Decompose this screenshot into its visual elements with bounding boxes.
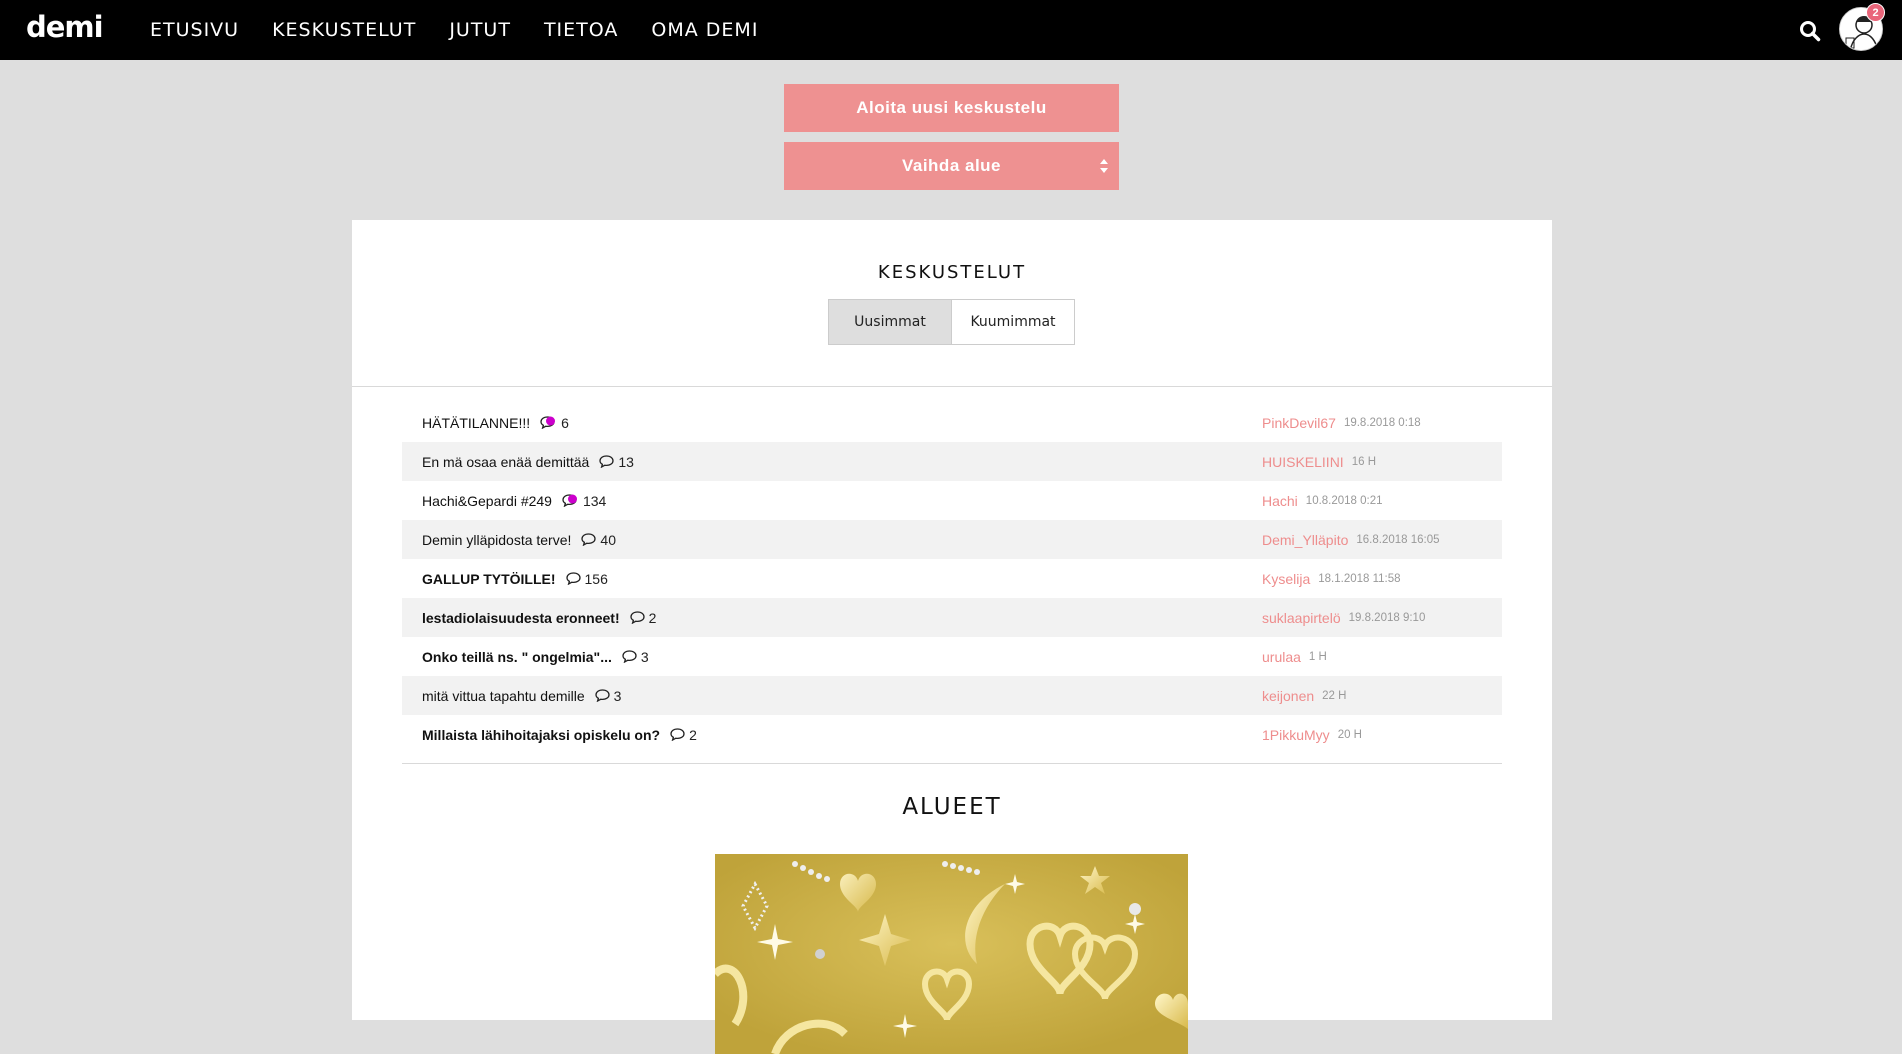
thread-author-link[interactable]: PinkDevil67 — [1262, 415, 1336, 431]
comment-count-value: 2 — [648, 609, 657, 626]
area-banner-image[interactable] — [715, 854, 1188, 1054]
discussion-tabs: Uusimmat Kuumimmat — [828, 299, 1075, 345]
thread-timestamp: 20 H — [1337, 728, 1362, 741]
thread-title[interactable]: Demin ylläpidosta terve! — [422, 532, 571, 548]
comment-count: 134 — [562, 493, 606, 509]
comment-count: 6 — [540, 415, 569, 431]
hot-comment-bubble-icon — [540, 416, 561, 429]
comment-count-value: 3 — [640, 648, 649, 665]
nav-keskustelut[interactable]: KESKUSTELUT — [272, 19, 416, 41]
comment-count-value: 134 — [582, 492, 607, 509]
nav-etusivu[interactable]: ETUSIVU — [150, 19, 239, 41]
change-area-select[interactable]: Vaihda alue — [784, 142, 1119, 190]
notification-badge: 2 — [1866, 3, 1885, 22]
nav-oma-demi[interactable]: OMA DEMI — [651, 19, 758, 41]
thread-author-link[interactable]: suklaapirtelö — [1262, 610, 1341, 626]
thread-row[interactable]: Millaista lähihoitajaksi opiskelu on? 2 1P… — [402, 715, 1502, 754]
thread-row[interactable]: lestadiolaisuudesta eronneet! 2 suklaapirt… — [402, 598, 1502, 637]
thread-row[interactable]: GALLUP TYTÖILLE! 156 Kyselija 18.1.2018 11:… — [402, 559, 1502, 598]
comment-count-value: 156 — [584, 570, 608, 587]
comment-count: 2 — [629, 609, 657, 626]
tab-kuumimmat[interactable]: Kuumimmat — [951, 300, 1074, 344]
comment-bubble-icon — [581, 533, 600, 546]
thread-timestamp: 10.8.2018 0:21 — [1305, 494, 1383, 507]
comment-count-value: 2 — [689, 726, 697, 743]
comment-count-value: 6 — [561, 414, 569, 431]
thread-timestamp: 19.8.2018 0:18 — [1343, 416, 1421, 429]
thread-row[interactable]: Onko teillä ns. " ongelmia"... 3 urulaa 1 H — [402, 637, 1502, 676]
main-nav: ETUSIVU KESKUSTELUT JUTUT TIETOA OMA DEM… — [150, 0, 791, 60]
comment-count: 3 — [622, 649, 649, 665]
thread-title[interactable]: Hachi&Gepardi #249 — [422, 493, 552, 509]
hot-comment-bubble-icon — [562, 494, 583, 507]
thread-row[interactable]: mitä vittua tapahtu demille 3 keijonen 22 H — [402, 676, 1502, 715]
sort-arrows-icon — [1100, 159, 1108, 173]
comment-bubble-icon — [670, 728, 689, 741]
divider — [352, 386, 1552, 387]
thread-author-link[interactable]: urulaa — [1262, 649, 1301, 665]
comment-count-value: 3 — [613, 687, 622, 704]
comment-count: 13 — [599, 454, 634, 470]
thread-meta: Demi_Ylläpito 16.8.2018 16:05 — [1262, 520, 1440, 559]
comment-count: 156 — [565, 570, 608, 587]
thread-author-link[interactable]: keijonen — [1262, 688, 1314, 704]
user-avatar-button[interactable]: 2 — [1839, 3, 1885, 51]
thread-meta: Kyselija 18.1.2018 11:58 — [1262, 559, 1401, 598]
thread-meta: HUISKELIINI 16 H — [1262, 442, 1376, 481]
comment-count: 40 — [581, 532, 616, 548]
nav-jutut[interactable]: JUTUT — [449, 19, 511, 41]
thread-row[interactable]: HÄTÄTILANNE!!! 6 PinkDevil67 19.8.2018 0:18 — [402, 403, 1502, 442]
thread-title[interactable]: En mä osaa enää demittää — [422, 454, 589, 470]
divider — [402, 763, 1502, 764]
tab-uusimmat[interactable]: Uusimmat — [829, 300, 951, 344]
comment-count-value: 40 — [600, 531, 616, 548]
thread-title[interactable]: lestadiolaisuudesta eronneet! — [422, 610, 620, 626]
thread-author-link[interactable]: HUISKELIINI — [1262, 454, 1344, 470]
thread-timestamp: 16.8.2018 16:05 — [1356, 533, 1440, 546]
discussions-card: KESKUSTELUT Uusimmat Kuumimmat HÄTÄTILAN… — [352, 220, 1552, 1054]
thread-meta: suklaapirtelö 19.8.2018 9:10 — [1262, 598, 1425, 637]
thread-timestamp: 22 H — [1322, 689, 1347, 702]
thread-title[interactable]: mitä vittua tapahtu demille — [422, 688, 585, 704]
thread-list: HÄTÄTILANNE!!! 6 PinkDevil67 19.8.2018 0:18… — [402, 403, 1502, 754]
thread-timestamp: 16 H — [1351, 455, 1376, 468]
thread-title[interactable]: Millaista lähihoitajaksi opiskelu on? — [422, 727, 660, 743]
thread-author-link[interactable]: Demi_Ylläpito — [1262, 532, 1348, 548]
thread-row[interactable]: En mä osaa enää demittää 13 HUISKELIINI 16 … — [402, 442, 1502, 481]
demi-logo[interactable]: demi — [26, 10, 104, 44]
comment-bubble-icon — [565, 572, 585, 585]
areas-title: ALUEET — [902, 794, 1002, 820]
thread-meta: keijonen 22 H — [1262, 676, 1346, 715]
comment-bubble-icon — [599, 455, 618, 468]
thread-row[interactable]: Demin ylläpidosta terve! 40 Demi_Ylläpito 1… — [402, 520, 1502, 559]
change-area-label: Vaihda alue — [901, 156, 1002, 175]
thread-author-link[interactable]: Kyselija — [1262, 571, 1310, 587]
search-icon[interactable] — [1799, 20, 1821, 42]
comment-count-value: 13 — [618, 453, 634, 470]
thread-author-link[interactable]: 1PikkuMyy — [1262, 727, 1330, 743]
discussions-title: KESKUSTELUT — [877, 262, 1027, 283]
thread-meta: PinkDevil67 19.8.2018 0:18 — [1262, 403, 1421, 442]
thread-meta: urulaa 1 H — [1262, 637, 1327, 676]
comment-bubble-icon — [622, 650, 641, 663]
thread-row[interactable]: Hachi&Gepardi #249 134 Hachi 10.8.2018 0:21 — [402, 481, 1502, 520]
thread-author-link[interactable]: Hachi — [1262, 493, 1298, 509]
thread-title[interactable]: Onko teillä ns. " ongelmia"... — [422, 649, 612, 665]
comment-bubble-icon — [629, 611, 649, 624]
thread-timestamp: 1 H — [1308, 650, 1327, 663]
comment-count: 2 — [670, 727, 697, 743]
comment-count: 3 — [594, 687, 622, 704]
thread-meta: 1PikkuMyy 20 H — [1262, 715, 1362, 754]
thread-title[interactable]: HÄTÄTILANNE!!! — [422, 415, 530, 431]
top-navigation-bar: demi ETUSIVU KESKUSTELUT JUTUT TIETOA OM… — [0, 0, 1902, 60]
nav-tietoa[interactable]: TIETOA — [544, 19, 618, 41]
thread-timestamp: 19.8.2018 9:10 — [1348, 611, 1426, 624]
new-discussion-button[interactable]: Aloita uusi keskustelu — [784, 84, 1119, 132]
thread-meta: Hachi 10.8.2018 0:21 — [1262, 481, 1383, 520]
comment-bubble-icon — [594, 689, 614, 702]
thread-title[interactable]: GALLUP TYTÖILLE! — [422, 571, 556, 587]
thread-timestamp: 18.1.2018 11:58 — [1318, 572, 1401, 585]
